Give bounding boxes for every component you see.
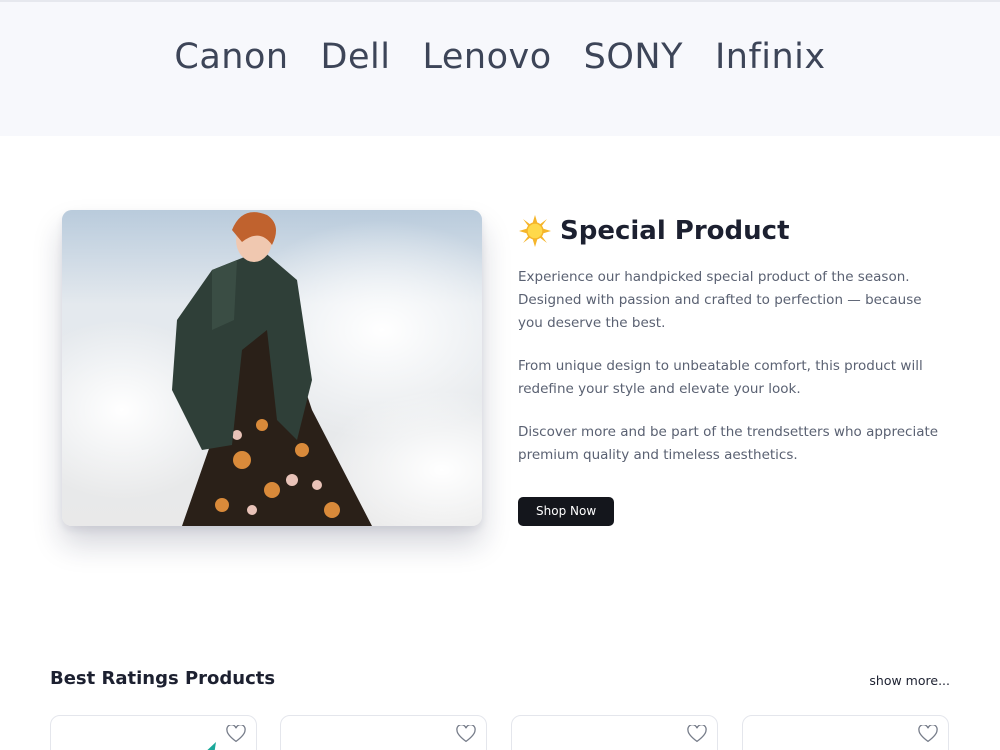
special-product-image — [62, 210, 482, 526]
special-product-title-text: Special Product — [560, 216, 790, 246]
heart-outline-icon[interactable] — [918, 725, 938, 743]
heart-outline-icon[interactable] — [687, 725, 707, 743]
product-image — [311, 734, 451, 750]
heart-outline-icon[interactable] — [456, 725, 476, 743]
product-image — [207, 742, 216, 750]
special-product-title: Special Product — [518, 210, 948, 252]
special-paragraph-1: Experience our handpicked special produc… — [518, 269, 922, 331]
brand-dell[interactable]: Dell — [321, 32, 391, 82]
brand-bar: Canon Dell Lenovo SONY Infinix — [0, 0, 1000, 136]
special-paragraph-3: Discover more and be part of the trendse… — [518, 424, 939, 463]
best-ratings-cards — [50, 715, 950, 750]
product-card[interactable] — [742, 715, 949, 750]
heart-outline-icon[interactable] — [226, 725, 246, 743]
brand-sony[interactable]: SONY — [584, 32, 683, 82]
product-card[interactable] — [280, 715, 487, 750]
product-image — [773, 734, 913, 750]
product-card[interactable] — [50, 715, 257, 750]
shop-now-button[interactable]: Shop Now — [518, 497, 615, 526]
sun-emoji-icon — [519, 215, 551, 247]
show-more-link[interactable]: show more... — [869, 673, 950, 688]
special-paragraph-2: From unique design to unbeatable comfort… — [518, 358, 923, 397]
product-card[interactable] — [511, 715, 718, 750]
brand-list: Canon Dell Lenovo SONY Infinix — [0, 32, 1000, 82]
brand-infinix[interactable]: Infinix — [715, 32, 826, 82]
brand-lenovo[interactable]: Lenovo — [422, 32, 551, 82]
product-image — [542, 734, 682, 750]
best-ratings-title: Best Ratings Products — [50, 668, 276, 689]
special-product-section: Special Product Experience our handpicke… — [518, 210, 948, 526]
brand-canon[interactable]: Canon — [174, 32, 288, 82]
